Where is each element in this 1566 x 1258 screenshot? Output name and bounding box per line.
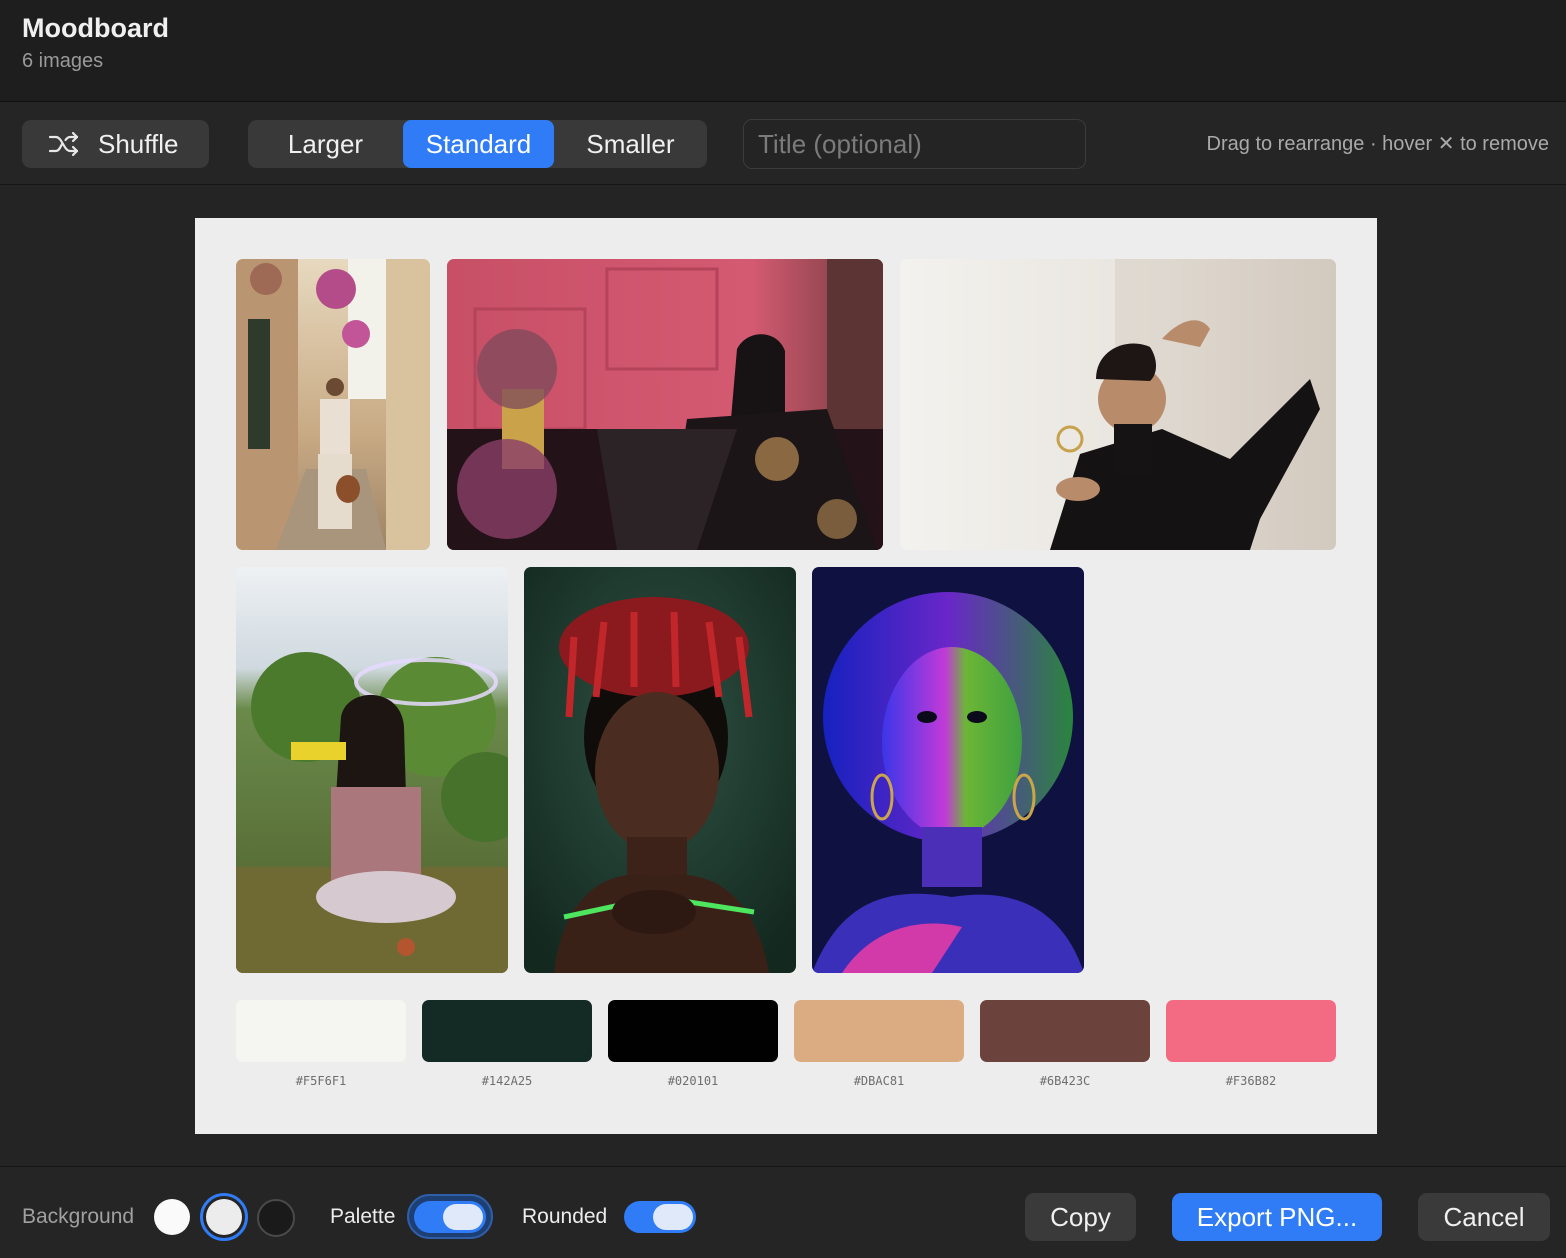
size-option-standard[interactable]: Standard [403, 120, 554, 168]
shuffle-button[interactable]: Shuffle [22, 120, 209, 168]
pink-wall-seated-woman-photo [447, 259, 883, 550]
black-dress-portrait-photo [900, 259, 1336, 550]
toggle-knob [443, 1204, 483, 1230]
braids-portrait-photo [524, 567, 796, 973]
palette-toggle[interactable] [414, 1201, 486, 1233]
neon-light-portrait-photo [812, 567, 1084, 973]
window-title: Moodboard [22, 13, 169, 43]
palette-swatch[interactable] [980, 1000, 1150, 1062]
copy-button[interactable]: Copy [1025, 1193, 1136, 1241]
shuffle-label: Shuffle [98, 128, 179, 159]
bottom-bar: Background Palette Rounded Copy Export P… [0, 1166, 1566, 1258]
palette-swatch[interactable] [422, 1000, 592, 1062]
background-option-light[interactable] [206, 1199, 242, 1235]
photo-tile[interactable] [236, 259, 430, 550]
palette-hex-label: #020101 [667, 1074, 719, 1088]
palette-swatch[interactable] [1166, 1000, 1336, 1062]
bubble-girl-photo [236, 567, 508, 973]
size-option-larger[interactable]: Larger [248, 120, 403, 168]
palette-hex-label: #6B423C [1039, 1074, 1091, 1088]
rounded-toggle[interactable] [624, 1201, 696, 1233]
palette-hex-label: #DBAC81 [853, 1074, 905, 1088]
background-option-dark[interactable] [257, 1199, 295, 1237]
export-png-button[interactable]: Export PNG... [1172, 1193, 1382, 1241]
palette-swatch[interactable] [236, 1000, 406, 1062]
title-input[interactable] [743, 119, 1086, 169]
size-segmented-control: Larger Standard Smaller [248, 120, 707, 168]
image-count: 6 images [22, 50, 104, 72]
palette-hex-label: #142A25 [481, 1074, 533, 1088]
photo-tile[interactable] [447, 259, 883, 550]
palette-label: Palette [330, 1205, 396, 1228]
photo-tile[interactable] [812, 567, 1084, 973]
moodboard-canvas: #F5F6F1 #142A25 #020101 #DBAC81 #6B423C … [195, 218, 1377, 1134]
header: Moodboard 6 images [0, 0, 1566, 102]
cancel-button[interactable]: Cancel [1418, 1193, 1550, 1241]
palette-swatch[interactable] [608, 1000, 778, 1062]
toggle-knob [653, 1204, 693, 1230]
shuffle-icon [48, 131, 79, 157]
background-label: Background [22, 1205, 135, 1228]
rounded-label: Rounded [522, 1205, 608, 1228]
photo-tile[interactable] [524, 567, 796, 973]
alley-woman-photo [236, 259, 430, 550]
size-option-smaller[interactable]: Smaller [554, 120, 707, 168]
photo-tile[interactable] [900, 259, 1336, 550]
photo-tile[interactable] [236, 567, 508, 973]
palette-swatch[interactable] [794, 1000, 964, 1062]
background-option-white[interactable] [154, 1199, 190, 1235]
rearrange-hint: Drag to rearrange · hover ✕ to remove [1206, 133, 1549, 155]
palette-hex-label: #F36B82 [1225, 1074, 1277, 1088]
toolbar: Shuffle Larger Standard Smaller Drag to … [0, 102, 1566, 185]
palette-hex-label: #F5F6F1 [295, 1074, 347, 1088]
